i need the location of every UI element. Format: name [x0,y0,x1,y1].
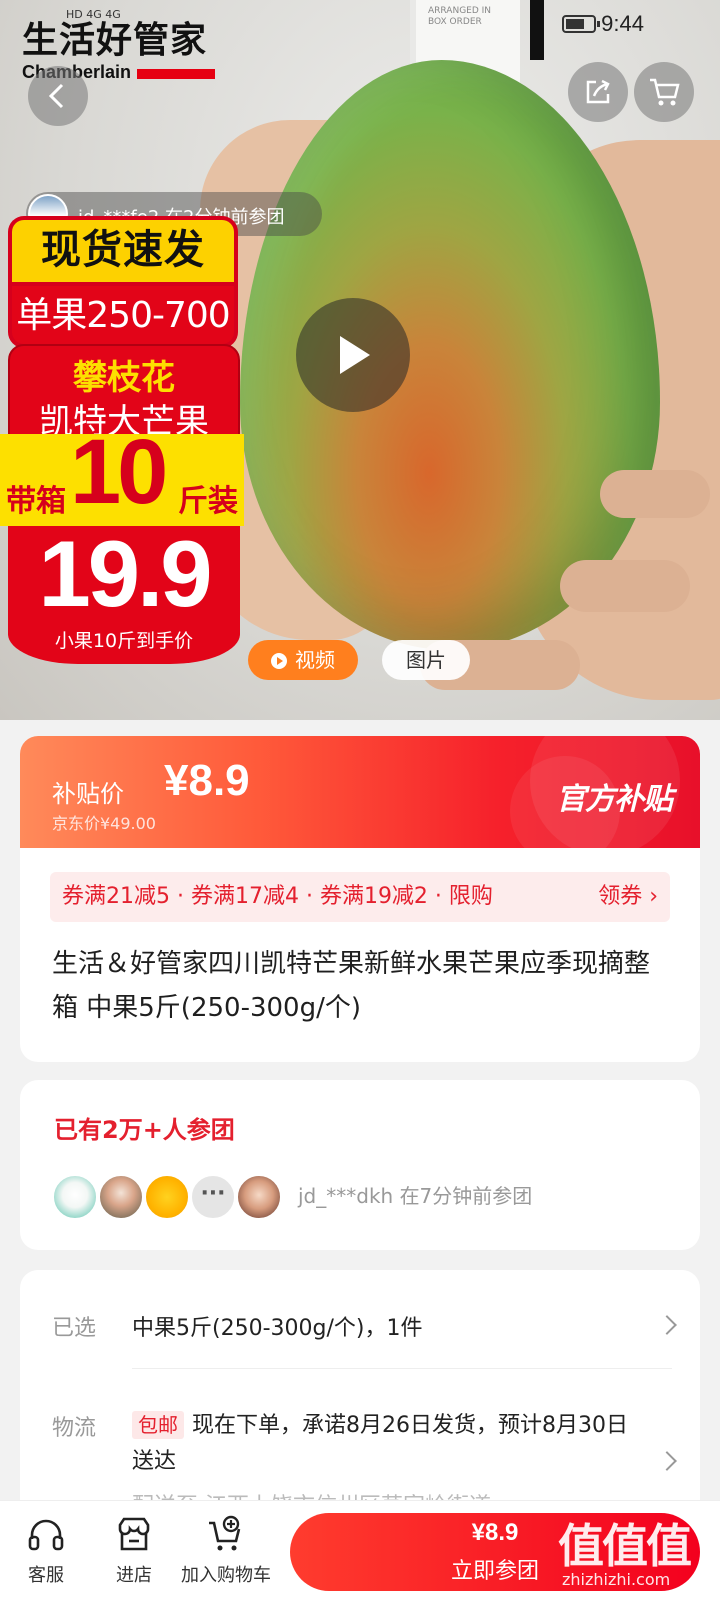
customer-service-label: 客服 [28,1565,64,1586]
logistics-info[interactable]: 包邮 现在下单，承诺8月26日发货，预计8月30日送达 [132,1408,642,1480]
play-circle-icon [271,653,287,669]
group-buy-card[interactable]: 已有2万+人参团 ··· jd_***dkh 在7分钟前参团 [20,1080,700,1250]
promo-price-caption: 小果10斤到手价 [54,630,194,652]
tab-image[interactable]: 图片 [382,640,470,680]
watermark-en: zhizhizhi.com [562,1570,671,1589]
promo-box-number: 10 [70,421,168,523]
site-watermark: 值值值 zhizhizhi.com [558,1500,708,1600]
product-media-hero[interactable]: ARRANGED IN BOX ORDER HD 4G 4G 9:44 生活好管… [0,0,720,720]
brand-logo-bar [137,68,216,79]
subsidy-price: ¥8.9 [164,756,250,805]
official-subsidy-tag: 官方补贴 [556,782,673,817]
recent-participant: jd_***dkh 在7分钟前参团 [298,1184,533,1208]
clock: 9:44 [601,11,644,36]
add-to-cart-button[interactable]: 加入购物车 [176,1515,276,1587]
cart-icon [650,78,680,106]
product-info-card: 补贴价 ¥8.9 京东价¥49.00 官方补贴 券满21减5 · 券满17减4 … [20,736,700,1062]
watermark-cn: 值值值 [558,1519,692,1573]
promo-sticker: 现货速发 单果250-700 攀枝花 凯特大芒果 带箱 10 斤装 19.9 小… [0,212,250,692]
back-button[interactable] [28,66,88,126]
customer-service-button[interactable]: 客服 [0,1515,96,1587]
cart-add-icon [209,1515,241,1551]
add-to-cart-label: 加入购物车 [181,1565,271,1586]
more-avatars-icon: ··· [190,1174,236,1220]
get-coupon-link[interactable]: 领券 › [598,872,658,922]
avatar [98,1174,144,1220]
avatar [144,1174,190,1220]
headset-icon [28,1519,64,1551]
chevron-right-icon[interactable] [657,1315,677,1335]
promo-in-stock: 现货速发 [8,216,238,282]
battery-icon [562,15,600,33]
tab-video[interactable]: 视频 [248,640,358,680]
chevron-right-icon[interactable] [657,1451,677,1471]
promo-origin-place: 攀枝花 [73,358,175,398]
store-button[interactable]: 进店 [84,1515,184,1587]
group-count: 已有2万+人参团 [54,1116,235,1144]
jd-price: 京东价¥49.00 [52,814,156,833]
promo-fruit-weight: 单果250-700 [8,282,238,348]
price-banner: 补贴价 ¥8.9 京东价¥49.00 官方补贴 [20,736,700,866]
coupon-list: 券满21减5 · 券满17减4 · 券满19减2 · 限购 [62,884,493,909]
play-video-button[interactable] [296,298,410,412]
logistics-text: 现在下单，承诺8月26日发货，预计8月30日送达 [132,1413,628,1474]
share-button[interactable] [568,62,628,122]
coupon-strip[interactable]: 券满21减5 · 券满17减4 · 券满19减2 · 限购 领券 › [50,872,670,922]
promo-box-weight: 带箱 10 斤装 [0,421,244,526]
share-icon [586,79,610,104]
selected-label: 已选 [52,1316,97,1341]
finger [600,470,710,518]
brand-logo-cn: 生活好管家 [22,19,208,61]
promo-price-block: 19.9 小果10斤到手价 [8,521,240,664]
store-icon [118,1517,150,1551]
product-title: 生活＆好管家四川凯特芒果新鲜水果芒果应季现摘整箱 中果5斤(250-300g/个… [52,949,651,1023]
tab-image-label: 图片 [406,648,446,672]
cart-button[interactable] [634,62,694,122]
chevron-left-icon [48,83,64,109]
avatar [52,1174,98,1220]
finger [560,560,690,612]
free-shipping-badge: 包邮 [132,1411,184,1439]
promo-box-post: 斤装 [178,484,238,519]
promo-price: 19.9 [38,521,213,626]
play-icon [340,336,370,374]
subsidy-price-label: 补贴价 [52,780,124,808]
logistics-label: 物流 [52,1416,97,1441]
promo-box-pre: 带箱 [6,484,66,519]
store-label: 进店 [116,1565,152,1586]
selected-value[interactable]: 中果5斤(250-300g/个)，1件 [132,1310,422,1342]
tab-video-label: 视频 [295,648,335,672]
avatar [236,1174,282,1220]
divider [132,1368,672,1369]
